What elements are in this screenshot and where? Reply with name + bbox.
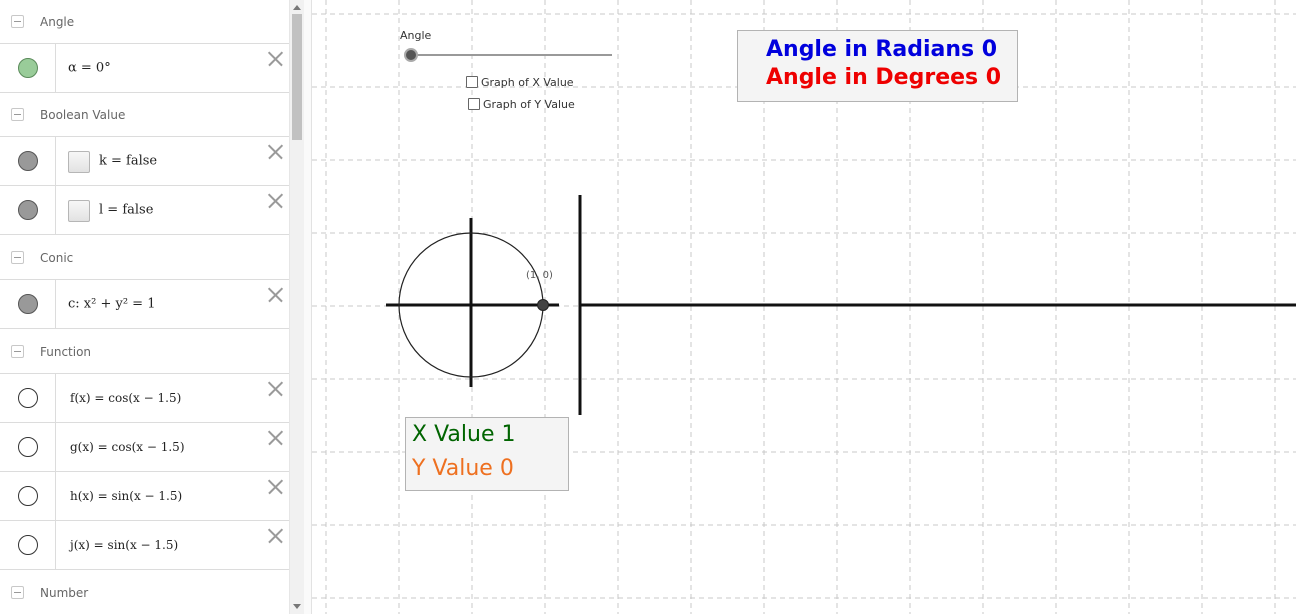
checkbox-graph-y[interactable]: Graph of Y Value [468, 98, 575, 112]
group-header-number[interactable]: Number [0, 571, 289, 614]
close-icon[interactable] [267, 193, 283, 209]
collapse-icon[interactable] [11, 107, 24, 121]
close-icon[interactable] [267, 51, 283, 67]
algebra-view: Angle α = 0° Boolean Value k = false l =… [0, 0, 289, 614]
visibility-marble-icon[interactable] [18, 388, 38, 408]
scrollbar-thumb[interactable] [292, 14, 302, 140]
checkbox-box-icon[interactable] [468, 98, 480, 110]
close-icon[interactable] [267, 479, 283, 495]
item-definition[interactable]: k = false [99, 154, 157, 169]
algebra-item-l[interactable]: l = false [0, 186, 289, 235]
marble-cell [0, 44, 56, 92]
algebra-item-j[interactable]: j(x) = sin(x − 1.5) [0, 521, 289, 570]
visibility-marble-icon[interactable] [18, 58, 38, 78]
checkbox-box-icon[interactable] [466, 76, 478, 88]
collapse-icon[interactable] [11, 14, 24, 28]
algebra-item-k[interactable]: k = false [0, 137, 289, 186]
visibility-marble-icon[interactable] [18, 535, 38, 555]
item-definition[interactable]: c: x² + y² = 1 [68, 297, 155, 312]
marble-cell [0, 423, 56, 471]
marble-cell [0, 472, 56, 520]
value-info-box: X Value 1 Y Value 0 [405, 417, 569, 491]
angle-slider-handle[interactable] [404, 48, 418, 62]
checkbox-graph-x[interactable]: Graph of X Value [466, 76, 574, 90]
boolean-checkbox-k[interactable] [68, 151, 90, 173]
item-definition[interactable]: l = false [99, 203, 153, 218]
algebra-scrollbar[interactable] [289, 0, 304, 614]
marble-cell [0, 137, 56, 185]
algebra-item-g[interactable]: g(x) = cos(x − 1.5) [0, 423, 289, 472]
visibility-marble-icon[interactable] [18, 486, 38, 506]
scroll-up-arrow-icon[interactable] [293, 5, 301, 10]
group-label: Number [40, 585, 89, 600]
group-label: Boolean Value [40, 107, 126, 122]
collapse-icon[interactable] [11, 344, 24, 358]
marble-cell [0, 521, 56, 569]
angle-radians-text: Angle in Radians 0 [766, 37, 998, 62]
view-divider[interactable] [304, 0, 312, 614]
visibility-marble-icon[interactable] [18, 294, 38, 314]
algebra-item-h[interactable]: h(x) = sin(x − 1.5) [0, 472, 289, 521]
item-definition[interactable]: α = 0° [68, 61, 111, 76]
point-on-circle[interactable] [537, 299, 549, 311]
item-definition[interactable]: h(x) = sin(x − 1.5) [70, 489, 182, 503]
algebra-item-alpha[interactable]: α = 0° [0, 44, 289, 93]
marble-cell [0, 374, 56, 422]
group-label: Angle [40, 14, 75, 29]
close-icon[interactable] [267, 144, 283, 160]
close-icon[interactable] [267, 287, 283, 303]
graphics-view[interactable]: Angle Graph of X Value Graph of Y Value … [312, 0, 1296, 614]
collapse-icon[interactable] [11, 250, 24, 264]
visibility-marble-icon[interactable] [18, 200, 38, 220]
scroll-down-arrow-icon[interactable] [293, 604, 301, 609]
angle-degrees-text: Angle in Degrees 0 [766, 65, 1002, 90]
point-coordinate-label: (1, 0) [526, 270, 553, 281]
item-definition[interactable]: g(x) = cos(x − 1.5) [70, 440, 185, 454]
angle-info-box: Angle in Radians 0 Angle in Degrees 0 [737, 30, 1018, 102]
x-value-text: X Value 1 [412, 422, 516, 447]
group-header-boolean[interactable]: Boolean Value [0, 93, 289, 137]
group-header-angle[interactable]: Angle [0, 0, 289, 44]
close-icon[interactable] [267, 430, 283, 446]
algebra-item-c[interactable]: c: x² + y² = 1 [0, 280, 289, 329]
algebra-item-f[interactable]: f(x) = cos(x − 1.5) [0, 374, 289, 423]
marble-cell [0, 280, 56, 328]
item-definition[interactable]: f(x) = cos(x − 1.5) [70, 391, 181, 405]
close-icon[interactable] [267, 381, 283, 397]
boolean-checkbox-l[interactable] [68, 200, 90, 222]
group-label: Conic [40, 250, 74, 265]
close-icon[interactable] [267, 528, 283, 544]
checkbox-label: Graph of Y Value [483, 98, 575, 111]
collapse-icon[interactable] [11, 585, 24, 599]
visibility-marble-icon[interactable] [18, 437, 38, 457]
y-value-text: Y Value 0 [412, 456, 514, 481]
group-header-function[interactable]: Function [0, 330, 289, 374]
visibility-marble-icon[interactable] [18, 151, 38, 171]
checkbox-label: Graph of X Value [481, 76, 574, 89]
item-definition[interactable]: j(x) = sin(x − 1.5) [70, 538, 178, 552]
angle-slider-caption: Angle [400, 29, 432, 42]
group-header-conic[interactable]: Conic [0, 236, 289, 280]
group-label: Function [40, 344, 92, 359]
marble-cell [0, 186, 56, 234]
